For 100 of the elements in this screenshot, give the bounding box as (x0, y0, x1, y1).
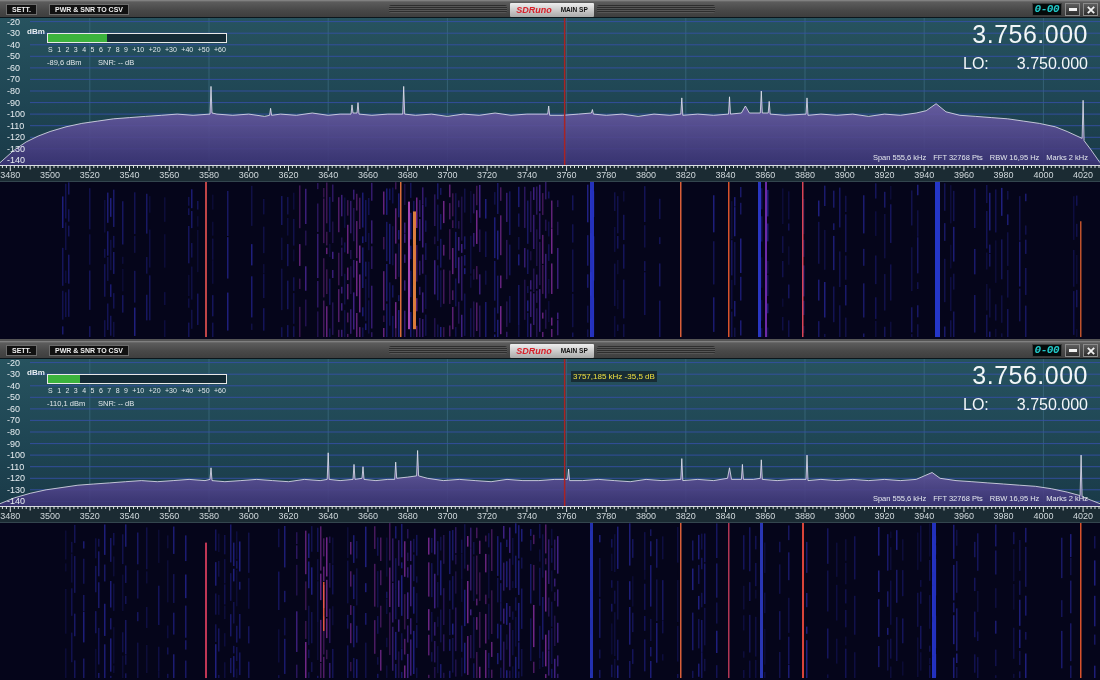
db-scale-label: -130 (7, 484, 25, 495)
frequency-scale-label: 3600 (238, 511, 259, 521)
db-scale-label: -100 (7, 109, 25, 120)
frequency-scale-label: 3880 (795, 511, 815, 521)
frequency-scale-label: 3800 (636, 511, 657, 521)
drag-grip[interactable] (597, 4, 715, 13)
frequency-display[interactable]: 3.756.000 (972, 21, 1088, 47)
db-scale-label: -70 (7, 415, 20, 426)
logo-text: SDRuno (516, 346, 552, 356)
lo-label: LO: (963, 396, 989, 413)
db-scale-label: -40 (7, 380, 20, 391)
frequency-scale-label: 3800 (636, 170, 657, 180)
frequency-scale-label: 3820 (675, 170, 696, 180)
frequency-scale-label: 3860 (755, 170, 776, 180)
cursor-line[interactable] (563, 17, 566, 165)
frequency-scale-label: 3600 (238, 170, 259, 180)
frequency-scale-label: 3520 (79, 170, 100, 180)
cursor-readout: 3757,185 kHz -35,5 dB (571, 371, 657, 382)
frequency-scale-label: 3620 (278, 511, 299, 521)
frequency-scale-label: 3660 (357, 511, 378, 521)
db-scale-label: -40 (7, 39, 20, 50)
frequency-scale-label: 3740 (516, 511, 537, 521)
lo-frequency: 3.750.000 (1016, 396, 1088, 413)
close-icon (1086, 346, 1095, 355)
db-scale-label: -60 (7, 403, 20, 414)
frequency-scale-label: 3700 (437, 170, 458, 180)
db-scale-label: -50 (7, 392, 20, 403)
db-scale-label: -60 (7, 62, 20, 73)
clock-display: 0-00 (1031, 3, 1062, 16)
frequency-scale-label: 3920 (874, 170, 895, 180)
drag-grip[interactable] (389, 4, 507, 13)
frequency-scale-label: 4020 (1073, 170, 1094, 180)
frequency-scale-label: 3960 (953, 170, 974, 180)
frequency-scale-label: 3840 (715, 511, 736, 521)
frequency-scale-label: 3580 (199, 170, 219, 180)
frequency-scale-label: 3760 (556, 511, 577, 521)
drag-grip[interactable] (597, 345, 715, 354)
close-button[interactable] (1083, 3, 1098, 16)
frequency-scale-label: 4020 (1073, 511, 1094, 521)
db-scale-label: -130 (7, 143, 25, 154)
frequency-scale-label: 3640 (318, 511, 339, 521)
clock-display: 0-00 (1031, 344, 1062, 357)
db-scale-label: -20 (7, 358, 20, 368)
close-icon (1086, 5, 1095, 14)
frequency-scale-label: 3700 (437, 511, 458, 521)
db-scale-label: -110 (7, 461, 25, 472)
frequency-scale-label: 3500 (40, 170, 61, 180)
db-scale-label: -50 (7, 51, 20, 62)
db-scale-label: -110 (7, 120, 25, 131)
db-scale-label: -90 (7, 438, 20, 449)
db-scale-label: -20 (7, 17, 20, 27)
frequency-scale-label: 3620 (278, 170, 299, 180)
frequency-scale-label: 3740 (516, 170, 537, 180)
frequency-scale-label: 3500 (40, 511, 61, 521)
db-scale-label: -90 (7, 97, 20, 108)
frequency-scale-label: 3720 (477, 170, 498, 180)
frequency-scale-label: 3780 (596, 170, 617, 180)
frequency-scale-label: 3960 (953, 511, 974, 521)
minimize-icon (1068, 349, 1077, 352)
db-scale-label: -80 (7, 86, 20, 96)
logo-text: SDRuno (516, 5, 552, 15)
db-scale-label: -70 (7, 74, 20, 85)
db-scale-label: -140 (7, 496, 25, 506)
frequency-scale-label: 3480 (0, 170, 21, 180)
db-scale-label: -140 (7, 155, 25, 165)
frequency-scale-label: 3940 (914, 170, 935, 180)
frequency-scale-label: 3780 (596, 511, 617, 521)
frequency-scale-label: 3900 (834, 170, 855, 180)
db-scale-label: -120 (7, 132, 25, 143)
frequency-scale-label: 3860 (755, 511, 776, 521)
minimize-button[interactable] (1065, 3, 1080, 16)
cursor-line[interactable] (563, 358, 566, 506)
frequency-scale-label: 3760 (556, 170, 577, 180)
db-scale-label: -30 (7, 28, 20, 39)
frequency-scale-label: 3480 (0, 511, 21, 521)
frequency-scale-label: 3540 (119, 511, 140, 521)
frequency-scale-label: 3720 (477, 511, 498, 521)
frequency-scale-label: 3940 (914, 511, 935, 521)
lo-label: LO: (963, 55, 989, 72)
meter-unit-label: dBm (27, 28, 46, 36)
frequency-scale-label: 3560 (159, 511, 180, 521)
frequency-scale-label: 3680 (397, 511, 418, 521)
frequency-scale-label: 3640 (318, 170, 339, 180)
frequency-scale-label: 3660 (357, 170, 378, 180)
frequency-scale-label: 3900 (834, 511, 855, 521)
frequency-scale-label: 4000 (1033, 511, 1054, 521)
lo-frequency: 3.750.000 (1016, 55, 1088, 72)
frequency-scale-label: 3520 (79, 511, 100, 521)
frequency-display[interactable]: 3.756.000 (972, 362, 1088, 388)
frequency-scale-label: 3980 (993, 511, 1014, 521)
close-button[interactable] (1083, 344, 1098, 357)
frequency-scale-label: 3560 (159, 170, 180, 180)
minimize-button[interactable] (1065, 344, 1080, 357)
meter-unit-label: dBm (27, 369, 46, 377)
db-scale-label: -80 (7, 427, 20, 437)
drag-grip[interactable] (389, 345, 507, 354)
frequency-scale-label: 3980 (993, 170, 1014, 180)
db-scale-label: -100 (7, 450, 25, 461)
db-scale-label: -120 (7, 473, 25, 484)
frequency-scale-label: 3680 (397, 170, 418, 180)
